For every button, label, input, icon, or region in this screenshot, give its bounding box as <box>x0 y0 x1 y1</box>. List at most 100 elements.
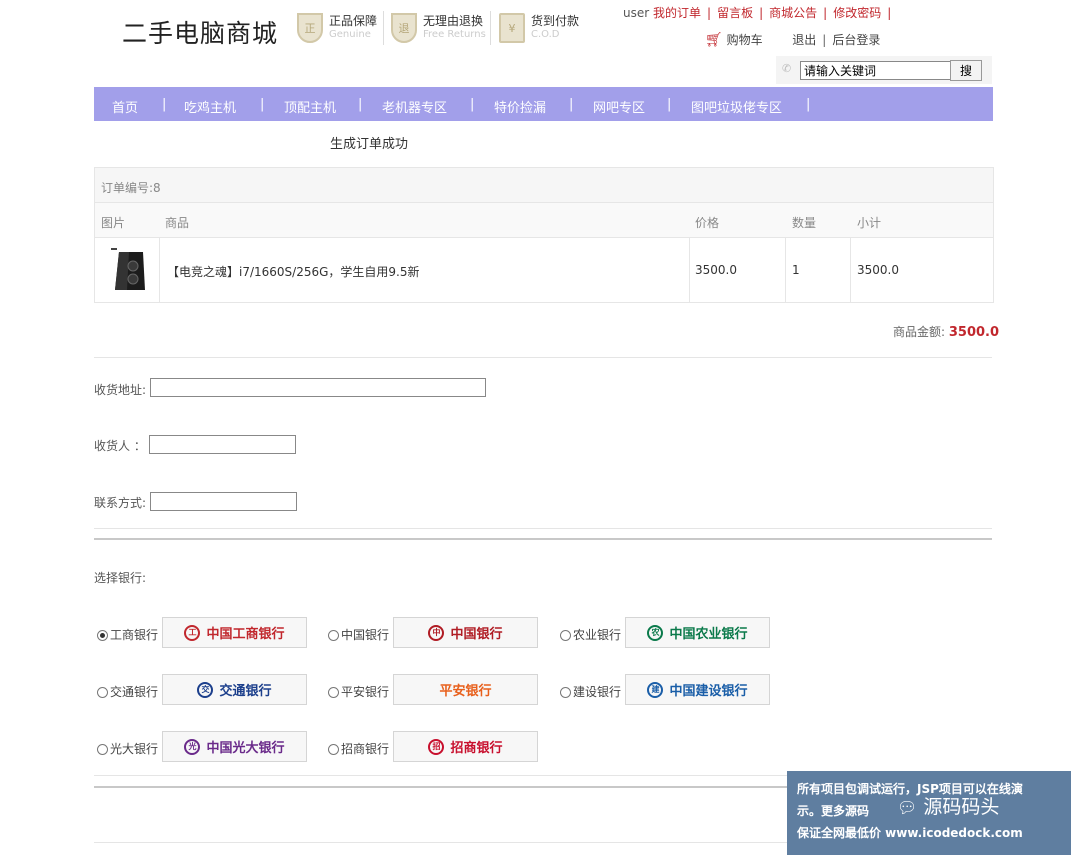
receiver-label: 收货人 ： <box>94 439 146 453</box>
radio-ceb[interactable] <box>97 744 108 755</box>
header-image: 图片 <box>101 216 126 230</box>
bank-logo-icbc[interactable]: 工中国工商银行 <box>162 617 307 648</box>
radio-abc[interactable] <box>560 630 571 641</box>
radio-pingan[interactable] <box>328 687 339 698</box>
bank-logo-boc[interactable]: 中中国银行 <box>393 617 538 648</box>
header-qty: 数量 <box>792 216 817 230</box>
link-logout[interactable]: 退出 <box>792 33 816 47</box>
radio-cmb[interactable] <box>328 744 339 755</box>
watermark-brand-text: 源码码头 <box>923 796 1000 818</box>
link-change-password[interactable]: 修改密码 <box>833 6 881 20</box>
nav-home[interactable]: 首页 <box>112 97 138 116</box>
bank-logo-ccb[interactable]: 建中国建设银行 <box>625 674 770 705</box>
bank-option-bocom[interactable]: 交通银行 <box>97 683 158 700</box>
bank-option-abc[interactable]: 农业银行 <box>560 626 621 643</box>
product-name[interactable]: 【电竞之魂】i7/1660S/256G，学生自用9.5新 <box>167 263 420 280</box>
bank-logo-bocom[interactable]: 交交通银行 <box>162 674 307 705</box>
divider <box>383 11 384 45</box>
bank-option-cmb[interactable]: 招商银行 <box>328 740 389 757</box>
product-image[interactable] <box>105 246 151 294</box>
cart-icon[interactable]: 🛒︎ <box>705 32 723 48</box>
top-links: user 我的订单 | 留言板 | 商城公告 | 修改密码 | <box>623 6 892 20</box>
watermark-line2: 示。更多源码 <box>797 804 870 818</box>
total-value: 3500.0 <box>948 325 1000 340</box>
cart-row: 🛒︎ 购物车 退出 | 后台登录 <box>705 32 881 48</box>
nav-divider: | <box>162 97 167 112</box>
badge-returns: 退 无理由退换 Free Returns <box>391 11 486 45</box>
nav-divider: | <box>358 97 363 112</box>
nav-top-config[interactable]: 顶配主机 <box>284 97 336 116</box>
badge-subtitle: Free Returns <box>423 29 486 40</box>
nav-bargain[interactable]: 特价捡漏 <box>494 97 546 116</box>
watermark-brand: 💬︎ 源码码头 <box>897 797 999 818</box>
bank-logo-pingan[interactable]: 平安银行 <box>393 674 538 705</box>
bank-logo-text: 招商银行 <box>450 741 503 756</box>
radio-ccb[interactable] <box>560 687 571 698</box>
link-admin-login[interactable]: 后台登录 <box>832 33 880 47</box>
nav-chicken-pc[interactable]: 吃鸡主机 <box>184 97 236 116</box>
divider <box>490 11 491 45</box>
bank-logo-abc[interactable]: 农中国农业银行 <box>625 617 770 648</box>
bank-option-label: 平安银行 <box>341 685 390 699</box>
bank-option-label: 招商银行 <box>341 742 390 756</box>
link-cart[interactable]: 购物车 <box>727 33 763 47</box>
return-shield-icon: 退 <box>391 13 417 43</box>
nav-budget-zone[interactable]: 图吧垃圾佬专区 <box>691 97 782 116</box>
badge-subtitle: C.O.D <box>531 29 560 40</box>
nav-old-machines[interactable]: 老机器专区 <box>382 97 447 116</box>
phone-icon: ✆ <box>782 62 792 75</box>
divider <box>94 538 992 540</box>
bank-option-icbc[interactable]: 工商银行 <box>97 626 158 643</box>
watermark-overlay: 所有项目包调试运行，JSP项目可以在线演 示。更多源码 💬︎ 源码码头 保证全网… <box>787 771 1071 855</box>
radio-icbc[interactable] <box>97 630 108 641</box>
radio-bocom[interactable] <box>97 687 108 698</box>
address-field[interactable] <box>150 378 486 397</box>
header-price: 价格 <box>695 216 720 230</box>
link-my-orders[interactable]: 我的订单 <box>653 6 701 20</box>
bank-logo-cmb[interactable]: 招招商银行 <box>393 731 538 762</box>
nav-divider: | <box>260 97 265 112</box>
bank-option-label: 中国银行 <box>341 628 390 642</box>
table-row: 【电竞之魂】i7/1660S/256G，学生自用9.5新 3500.0 1 35… <box>95 237 993 302</box>
main-nav: 首页 | 吃鸡主机 | 顶配主机 | 老机器专区 | 特价捡漏 | 网吧专区 |… <box>94 87 993 121</box>
divider <box>94 528 992 529</box>
product-qty: 1 <box>792 263 800 277</box>
bank-logo-text: 中国银行 <box>450 627 503 642</box>
bank-option-label: 工商银行 <box>110 628 159 642</box>
bank-option-label: 交通银行 <box>110 685 159 699</box>
badge-cod: ¥ 货到付款 C.O.D <box>499 11 579 45</box>
order-total: 商品金额: 3500.0 <box>893 323 999 340</box>
nav-netcafe[interactable]: 网吧专区 <box>593 97 645 116</box>
header-product: 商品 <box>165 216 190 230</box>
watermark-line3: 保证全网最低价 www.icodedock.com <box>797 826 1023 840</box>
product-price: 3500.0 <box>695 263 737 277</box>
nav-divider: | <box>806 97 811 112</box>
nav-divider: | <box>667 97 672 112</box>
wechat-icon: 💬︎ <box>897 798 918 817</box>
badge-title: 正品保障 <box>329 14 378 28</box>
receiver-field[interactable] <box>149 435 296 454</box>
radio-boc[interactable] <box>328 630 339 641</box>
bank-logo-text: 交通银行 <box>219 684 272 699</box>
search-button[interactable]: 搜 <box>950 60 982 81</box>
search-input[interactable] <box>800 61 951 80</box>
order-success-message: 生成订单成功 <box>330 137 409 152</box>
bank-logo-text: 中国建设银行 <box>669 684 748 699</box>
pc-case-icon <box>111 248 145 290</box>
bank-option-ceb[interactable]: 光大银行 <box>97 740 158 757</box>
cod-icon: ¥ <box>499 13 525 43</box>
contact-field[interactable] <box>150 492 297 511</box>
bank-option-boc[interactable]: 中国银行 <box>328 626 389 643</box>
header-subtotal: 小计 <box>857 216 882 230</box>
bank-option-label: 光大银行 <box>110 742 159 756</box>
bank-option-pingan[interactable]: 平安银行 <box>328 683 389 700</box>
address-label: 收货地址: <box>94 383 147 397</box>
link-announcement[interactable]: 商城公告 <box>769 6 817 20</box>
bank-logo-text: 中国光大银行 <box>206 741 285 756</box>
bank-option-ccb[interactable]: 建设银行 <box>560 683 621 700</box>
order-number: 订单编号:8 <box>101 181 161 195</box>
site-logo[interactable]: 二手电脑商城 <box>122 14 278 50</box>
link-message-board[interactable]: 留言板 <box>717 6 753 20</box>
bank-logo-ceb[interactable]: 光中国光大银行 <box>162 731 307 762</box>
badge-title: 无理由退换 <box>423 14 484 28</box>
